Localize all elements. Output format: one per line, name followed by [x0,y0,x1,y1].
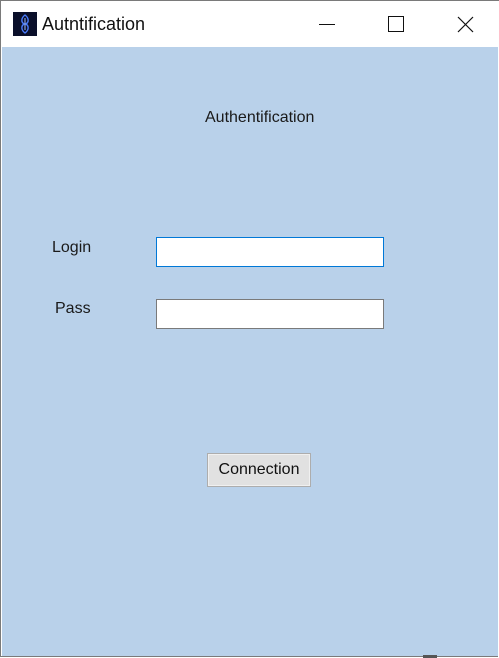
form-client-area: Authentification Login Pass Connection [2,47,498,656]
close-icon [457,16,474,33]
pass-label: Pass [55,300,91,317]
connection-button[interactable]: Connection [207,453,311,487]
pass-input[interactable] [156,299,384,329]
window-title: Autntification [42,14,146,34]
app-window: Autntification Authentification Login Pa… [0,0,499,657]
title-bar[interactable]: Autntification [1,0,499,47]
form-heading: Authentification [205,109,315,126]
app-logo-icon [13,12,37,36]
login-input[interactable] [156,237,384,267]
maximize-button[interactable] [360,1,430,47]
minimize-button[interactable] [292,1,362,47]
close-button[interactable] [430,1,499,47]
maximize-icon [388,16,404,32]
login-label: Login [52,239,92,256]
minimize-icon [319,24,335,25]
